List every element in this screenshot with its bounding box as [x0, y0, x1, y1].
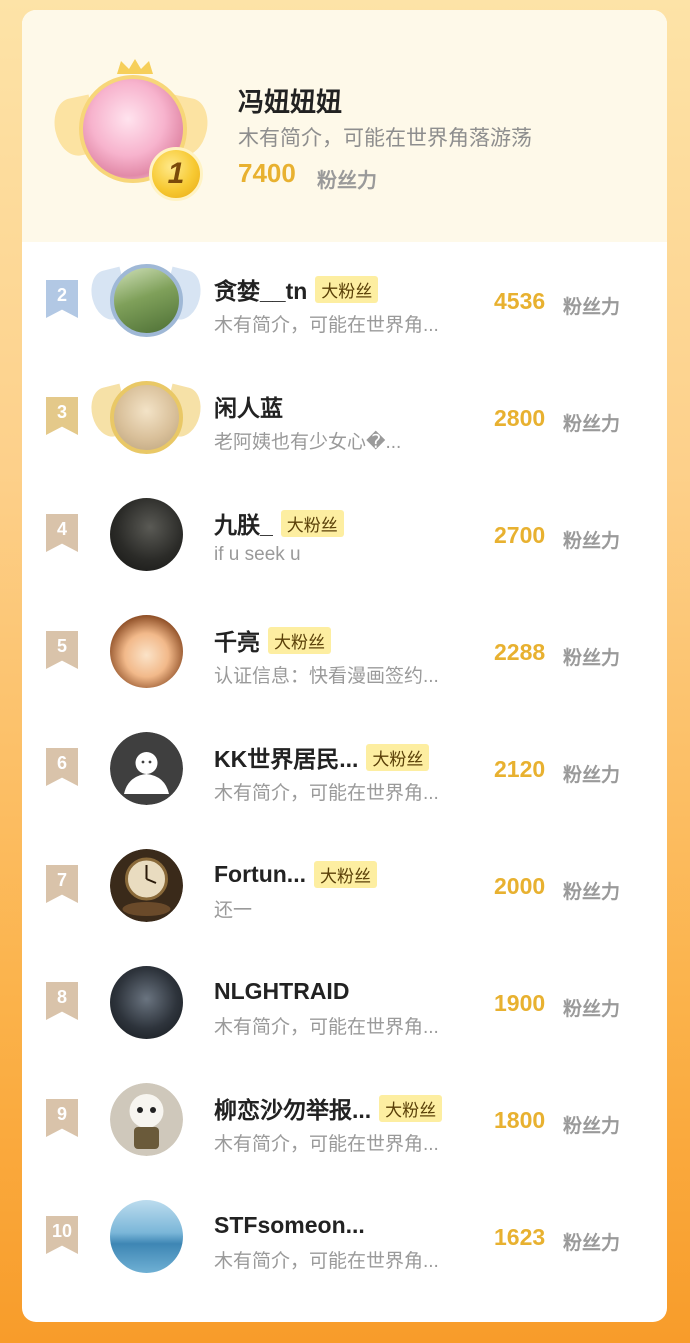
fan-score-unit: 粉丝力 — [563, 999, 621, 1020]
big-fan-badge: 大粉丝 — [280, 509, 344, 537]
fan-score-unit: 粉丝力 — [563, 765, 621, 786]
fan-score: 7400 — [238, 158, 296, 188]
crown-icon — [117, 59, 153, 74]
fan-name[interactable]: 贪婪__tn — [214, 272, 307, 306]
fan-name[interactable]: KK世界居民... — [214, 740, 358, 774]
fan-name[interactable]: 九朕_ — [214, 506, 273, 540]
avatar[interactable] — [110, 966, 183, 1039]
fan-name[interactable]: 千亮 — [214, 623, 260, 657]
fan-score-unit: 粉丝力 — [563, 531, 621, 552]
fan-score-unit: 粉丝力 — [563, 882, 621, 903]
fan-name[interactable]: NLGHTRAID — [214, 978, 349, 1005]
rank-tag: 3 — [46, 397, 78, 435]
avatar[interactable] — [110, 615, 183, 688]
fan-bio: 木有简介，可能在世界角... — [214, 315, 439, 336]
ranking-row[interactable]: 8 NLGHTRAID 木有简介，可能在世界角... 1900 粉丝力 — [22, 948, 667, 1065]
big-fan-badge: 大粉丝 — [379, 1094, 443, 1122]
rank-tag: 10 — [46, 1216, 78, 1254]
fan-score-unit: 粉丝力 — [317, 170, 377, 192]
rank-tag: 5 — [46, 631, 78, 669]
robot-avatar-icon[interactable] — [110, 1083, 183, 1156]
fan-bio: 老阿姨也有少女心�... — [214, 432, 402, 453]
fan-score: 1623 — [494, 1224, 546, 1250]
fan-score: 2120 — [494, 756, 546, 782]
rank-tag: 4 — [46, 514, 78, 552]
fan-bio: 还一 — [214, 900, 253, 921]
avatar[interactable] — [110, 264, 183, 337]
ranking-row[interactable]: 9 柳恋沙勿举报... 大粉丝 木有简介，可能在世界角... 1800 粉丝力 — [22, 1065, 667, 1182]
ranking-row[interactable]: 6 KK世界居民... 大粉丝 木有简介，可能在世界角... 2120 粉丝力 — [22, 714, 667, 831]
fan-bio: 木有简介，可能在世界角... — [214, 1134, 439, 1155]
avatar[interactable] — [110, 381, 183, 454]
fan-score-unit: 粉丝力 — [563, 1233, 621, 1254]
default-user-avatar-icon[interactable] — [110, 732, 183, 805]
fan-bio: 木有简介，可能在世界角... — [214, 1251, 439, 1272]
fan-name[interactable]: 柳恋沙勿举报... — [214, 1091, 371, 1125]
fan-score: 2000 — [494, 873, 546, 899]
big-fan-badge: 大粉丝 — [268, 626, 331, 654]
fan-bio: if u seek u — [214, 544, 301, 565]
clock-avatar-icon[interactable] — [110, 849, 183, 922]
fan-score: 2288 — [494, 639, 546, 665]
fan-score: 2700 — [494, 522, 546, 548]
big-fan-badge: 大粉丝 — [313, 860, 377, 888]
fan-name[interactable]: STFsomeon... — [214, 1212, 365, 1239]
rank-tag: 9 — [46, 1099, 78, 1137]
fan-name[interactable]: 闲人蓝 — [214, 389, 283, 423]
fan-bio: 木有简介，可能在世界角... — [214, 1017, 439, 1038]
ranking-row[interactable]: 7 Fortun... 大粉丝 还一 2000 粉丝力 — [22, 831, 667, 948]
fan-score: 2800 — [494, 405, 546, 431]
rank-1-medal-icon: 1 — [149, 147, 203, 201]
avatar[interactable] — [110, 1200, 183, 1273]
fan-name[interactable]: Fortun... — [214, 861, 306, 888]
fan-score-unit: 粉丝力 — [563, 297, 621, 318]
fan-name[interactable]: 冯妞妞妞 — [238, 82, 342, 119]
ranking-row[interactable]: 5 千亮 大粉丝 认证信息：快看漫画签约... 2288 粉丝力 — [22, 597, 667, 714]
fan-bio: 木有简介，可能在世界角... — [214, 783, 439, 804]
fan-score-unit: 粉丝力 — [563, 648, 621, 669]
ranking-row[interactable]: 4 九朕_ 大粉丝 if u seek u 2700 粉丝力 — [22, 480, 667, 597]
fan-score: 1900 — [494, 990, 546, 1016]
fan-score-unit: 粉丝力 — [563, 414, 621, 435]
fan-bio: 认证信息：快看漫画签约... — [214, 666, 439, 687]
avatar[interactable] — [110, 498, 183, 571]
fan-score: 1800 — [494, 1107, 546, 1133]
ranking-row[interactable]: 10 STFsomeon... 木有简介，可能在世界角... 1623 粉丝力 — [22, 1182, 667, 1299]
fan-bio: 木有简介，可能在世界角落游荡 — [238, 127, 532, 150]
fan-score-unit: 粉丝力 — [563, 1116, 621, 1137]
rank-tag: 2 — [46, 280, 78, 318]
big-fan-badge: 大粉丝 — [366, 743, 430, 771]
ranking-row[interactable]: 2 贪婪__tn 大粉丝 木有简介，可能在世界角... 4536 粉丝力 — [22, 246, 667, 363]
big-fan-badge: 大粉丝 — [315, 275, 379, 303]
rank-tag: 8 — [46, 982, 78, 1020]
fan-score: 4536 — [494, 288, 546, 314]
rank-tag: 7 — [46, 865, 78, 903]
top-fan-panel[interactable]: 1 冯妞妞妞 木有简介，可能在世界角落游荡 7400 粉丝力 — [22, 10, 667, 242]
fan-ranking-card: 1 冯妞妞妞 木有简介，可能在世界角落游荡 7400 粉丝力 2 贪婪__tn … — [22, 10, 667, 1322]
top-avatar-frame: 1 — [49, 58, 215, 218]
rank-tag: 6 — [46, 748, 78, 786]
ranking-row[interactable]: 3 闲人蓝 老阿姨也有少女心�... 2800 粉丝力 — [22, 363, 667, 480]
